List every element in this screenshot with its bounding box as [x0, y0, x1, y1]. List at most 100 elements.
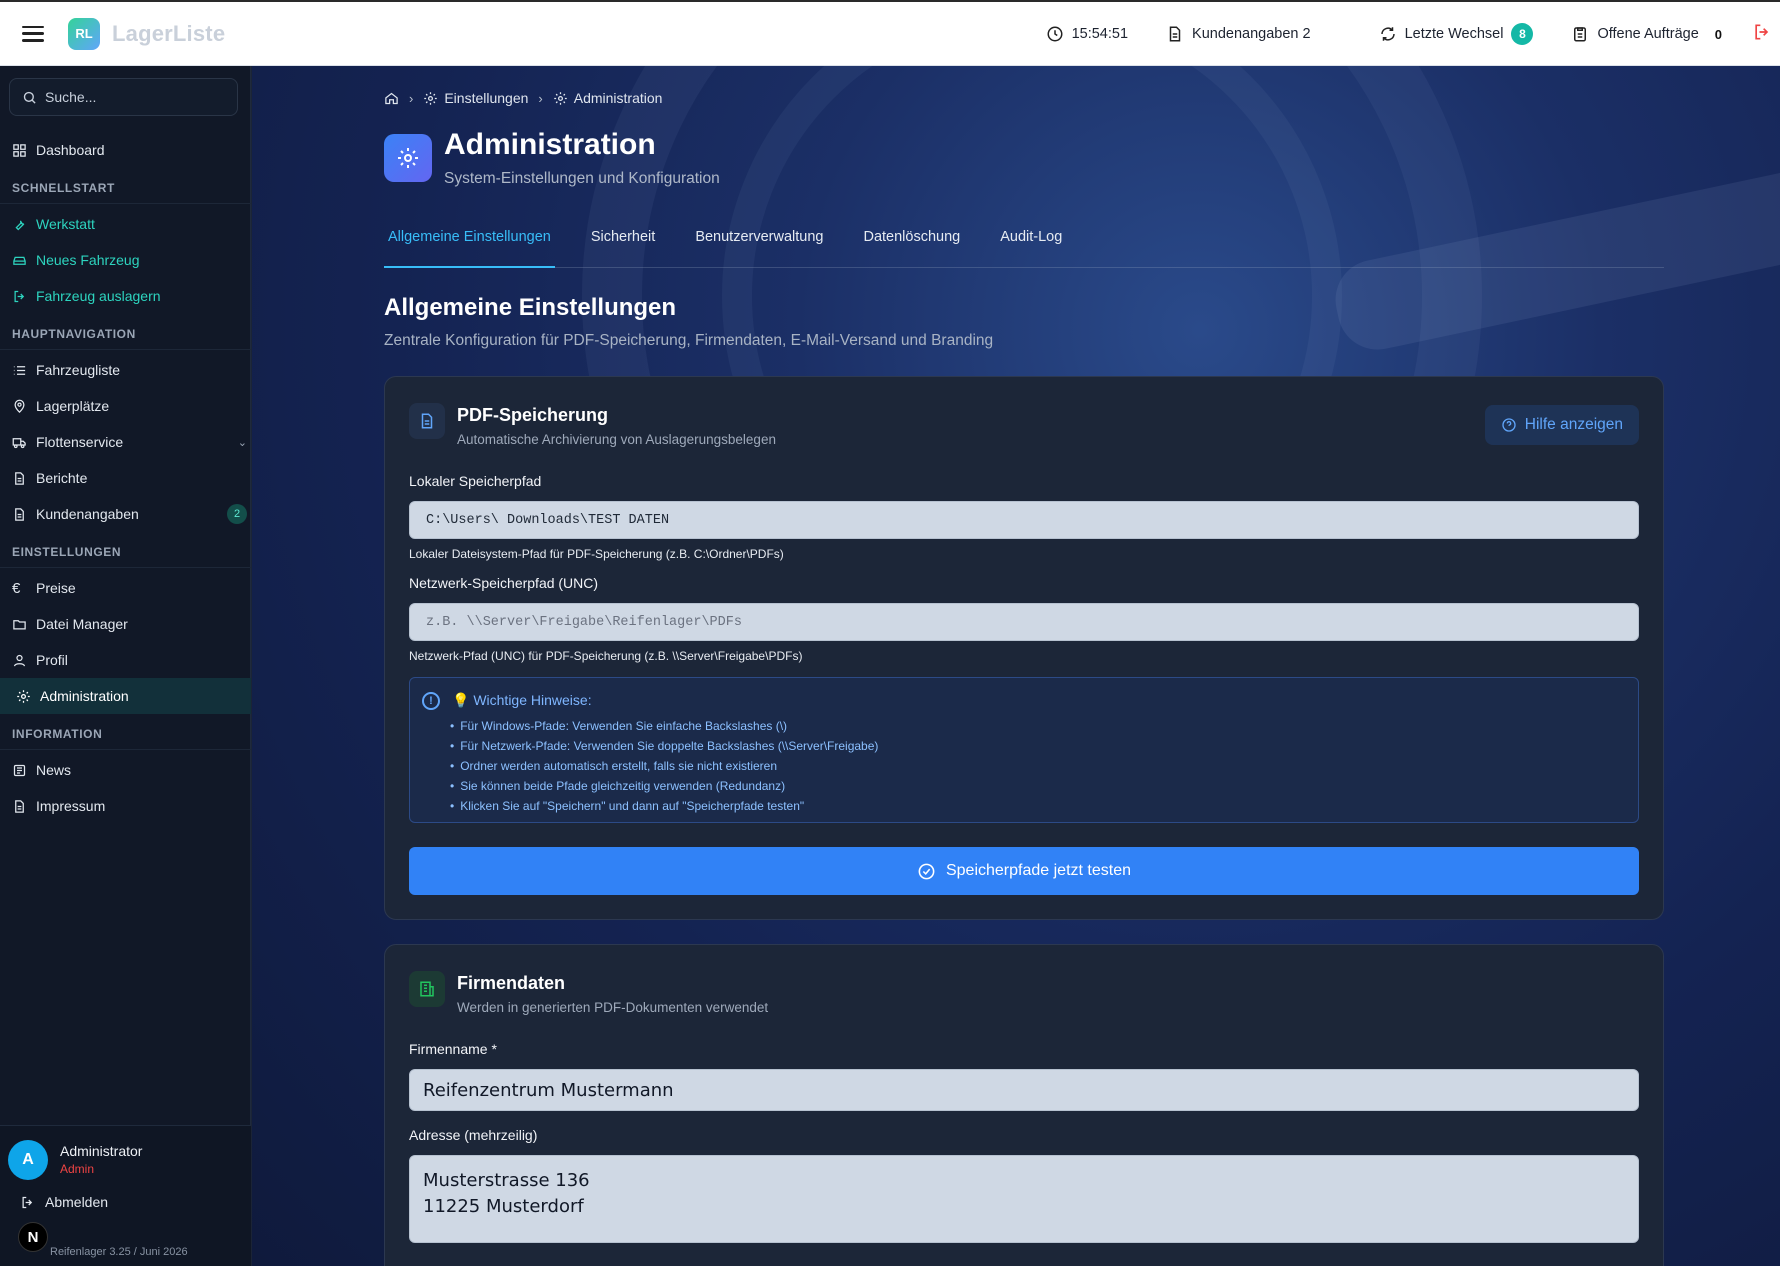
- report-icon: [15, 471, 24, 485]
- sidebar-item-imprint[interactable]: Impressum: [0, 788, 251, 824]
- menu-icon[interactable]: [22, 25, 44, 42]
- sidebar-item-label: Kundenangaben: [36, 506, 139, 522]
- sidebar-item-label: Berichte: [36, 470, 88, 486]
- main-content: › Einstellungen › Administration Adminis…: [252, 66, 1780, 1266]
- address-textarea[interactable]: Musterstrasse 136 11225 Musterdorf: [409, 1155, 1639, 1243]
- list-icon: [13, 365, 26, 375]
- check-circle-icon: [918, 863, 935, 879]
- avatar[interactable]: A: [8, 1140, 48, 1180]
- local-path-label: Lokaler Speicherpfad: [409, 473, 542, 489]
- network-path-label: Netzwerk-Speicherpfad (UNC): [409, 575, 599, 591]
- euro-icon: €: [12, 579, 21, 597]
- sidebar: Dashboard SCHNELLSTART Werkstatt Neues F…: [0, 66, 251, 1266]
- logout-icon: [22, 1196, 33, 1208]
- address-label: Adresse (mehrzeilig): [409, 1127, 538, 1143]
- page-subtitle: System-Einstellungen und Konfiguration: [444, 170, 720, 187]
- card-title: PDF-Speicherung: [457, 405, 609, 425]
- open-orders-count: 0: [1714, 26, 1722, 42]
- tab-data-deletion[interactable]: Datenlöschung: [859, 224, 964, 268]
- app-logo: RL: [68, 17, 100, 50]
- exit-icon: [14, 290, 25, 302]
- local-path-input[interactable]: C:\Users\ Downloads\TEST DATEN: [409, 501, 1639, 539]
- notes-list: Für Windows-Pfade: Verwenden Sie einfach…: [450, 716, 878, 816]
- file-text-icon: [409, 403, 445, 439]
- question-icon: [1502, 418, 1516, 432]
- sidebar-search[interactable]: [9, 78, 238, 116]
- document-icon: [15, 799, 24, 813]
- customer-info-label: Kundenangaben 2: [1192, 26, 1311, 42]
- sidebar-item-werkstatt[interactable]: Werkstatt: [0, 206, 251, 242]
- sidebar-item-label: Administration: [40, 688, 129, 704]
- folder-icon: [13, 619, 26, 629]
- sidebar-item-prices[interactable]: € Preise: [0, 570, 251, 606]
- gear-icon: [424, 91, 438, 105]
- sidebar-item-new-vehicle[interactable]: Neues Fahrzeug: [0, 242, 251, 278]
- tab-security[interactable]: Sicherheit: [587, 224, 659, 268]
- sidebar-item-file-manager[interactable]: Datei Manager: [0, 606, 251, 642]
- clock-time: 15:54:51: [1071, 26, 1129, 42]
- version-text: Reifenlager 3.25 / Juni 2026: [50, 1246, 188, 1258]
- sidebar-item-fleet-service[interactable]: Flottenservice ⌄: [0, 424, 251, 460]
- clock: 15:54:51: [1046, 25, 1128, 43]
- recent-changes-badge: 8: [1511, 23, 1534, 45]
- user-role: Admin: [60, 1162, 95, 1176]
- help-button[interactable]: Hilfe anzeigen: [1484, 405, 1639, 445]
- tab-audit-log[interactable]: Audit-Log: [996, 224, 1066, 268]
- customer-info-badge: 2: [227, 504, 247, 524]
- sidebar-item-customer-info[interactable]: Kundenangaben 2: [0, 496, 251, 532]
- local-path-hint: Lokaler Dateisystem-Pfad für PDF-Speiche…: [409, 547, 784, 561]
- list-item: Für Windows-Pfade: Verwenden Sie einfach…: [450, 716, 878, 736]
- sidebar-item-administration[interactable]: Administration: [0, 678, 251, 714]
- sidebar-item-vehicle-out[interactable]: Fahrzeug auslagern: [0, 278, 251, 314]
- section-title: Allgemeine Einstellungen: [384, 294, 677, 321]
- sidebar-item-news[interactable]: News: [0, 752, 251, 788]
- sidebar-item-reports[interactable]: Berichte: [0, 460, 251, 496]
- breadcrumb-administration: Administration: [553, 90, 662, 106]
- recent-changes-label: Letzte Wechsel: [1404, 26, 1504, 42]
- chevron-right-icon: ›: [409, 90, 414, 106]
- breadcrumb-home[interactable]: [384, 91, 399, 106]
- tab-general-settings[interactable]: Allgemeine Einstellungen: [384, 224, 555, 268]
- network-path-input[interactable]: [409, 603, 1639, 641]
- recent-changes-link[interactable]: Letzte Wechsel 8: [1379, 23, 1534, 45]
- refresh-icon: [1380, 27, 1395, 41]
- logout-label: Abmelden: [45, 1194, 109, 1210]
- truck-icon: [12, 437, 26, 448]
- sidebar-item-label: Profil: [36, 652, 68, 668]
- section-settings: EINSTELLUNGEN: [0, 532, 251, 568]
- logout-icon[interactable]: [1752, 22, 1772, 47]
- open-orders-link[interactable]: Offene Aufträge 0: [1571, 25, 1722, 43]
- sidebar-item-vehicle-list[interactable]: Fahrzeugliste: [0, 352, 251, 388]
- company-data-card: Firmendaten Werden in generierten PDF-Do…: [384, 944, 1664, 1266]
- map-pin-icon: [14, 399, 25, 413]
- sidebar-item-profile[interactable]: Profil: [0, 642, 251, 678]
- app-name: LagerListe: [112, 20, 226, 46]
- clock-icon: [1047, 26, 1063, 42]
- user-panel: A Administrator Admin Abmelden N Reifenl…: [0, 1125, 251, 1266]
- test-paths-button[interactable]: Speicherpfade jetzt testen: [409, 847, 1639, 895]
- sidebar-item-label: Neues Fahrzeug: [36, 252, 140, 268]
- tab-user-management[interactable]: Benutzerverwaltung: [691, 224, 827, 268]
- sidebar-item-label: News: [36, 762, 72, 778]
- sidebar-item-dashboard[interactable]: Dashboard: [0, 132, 251, 168]
- sidebar-item-label: Preise: [36, 580, 76, 596]
- n-badge[interactable]: N: [18, 1222, 48, 1252]
- sidebar-item-storage-places[interactable]: Lagerplätze: [0, 388, 251, 424]
- sidebar-item-label: Dashboard: [36, 142, 105, 158]
- breadcrumb-label: Einstellungen: [444, 90, 529, 106]
- customer-info-link[interactable]: Kundenangaben 2: [1166, 25, 1311, 43]
- chevron-down-icon: ⌄: [237, 436, 247, 449]
- home-icon: [385, 92, 398, 104]
- list-item: Klicken Sie auf "Speichern" und dann auf…: [450, 796, 878, 816]
- logout-button[interactable]: Abmelden: [20, 1194, 108, 1210]
- building-icon: [409, 971, 445, 1007]
- search-input[interactable]: [45, 89, 215, 105]
- tab-bar: Allgemeine Einstellungen Sicherheit Benu…: [384, 224, 1664, 268]
- breadcrumb-settings[interactable]: Einstellungen: [423, 90, 528, 106]
- dashboard-icon: [13, 143, 26, 157]
- settings-icon: [384, 134, 432, 182]
- company-name-input[interactable]: Reifenzentrum Mustermann: [409, 1069, 1639, 1111]
- wrench-icon: [15, 220, 25, 230]
- card-subtitle: Werden in generierten PDF-Dokumenten ver…: [457, 1000, 769, 1015]
- top-bar: RL LagerListe 15:54:51 Kundenangaben 2 L…: [0, 0, 1780, 66]
